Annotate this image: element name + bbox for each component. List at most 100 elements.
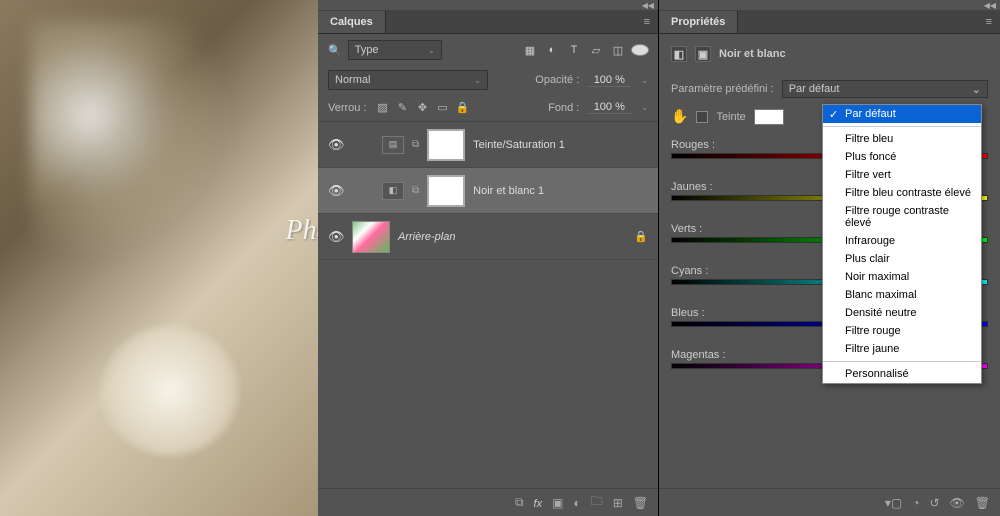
layer-row[interactable]: 👁 Arrière-plan 🔒 xyxy=(318,214,658,260)
visibility-icon[interactable]: 👁 xyxy=(328,183,344,199)
canvas-area[interactable]: Photoshoplus xyxy=(0,0,318,516)
lock-transparent-icon[interactable]: ▨ xyxy=(375,100,391,116)
blend-mode-dropdown[interactable]: Normal ⌄ xyxy=(328,70,488,90)
blend-row: Normal ⌄ Opacité : 100 % ⌄ xyxy=(318,66,658,94)
lock-row: Verrou : ▨ ✎ ✥ ▭ 🔒 Fond : 100 % ⌄ xyxy=(318,94,658,122)
mask-thumbnail[interactable] xyxy=(427,175,465,207)
filter-shape-icon[interactable]: ▱ xyxy=(588,44,604,57)
watermark-text: Photoshoplus xyxy=(286,215,318,247)
tint-color-swatch[interactable] xyxy=(754,109,784,125)
layer-style-icon[interactable]: fx xyxy=(534,496,543,510)
filter-type-label: Type xyxy=(355,44,379,56)
chevron-down-icon[interactable]: ⌄ xyxy=(641,103,648,112)
mask-link-icon[interactable]: ⧉ xyxy=(412,185,419,196)
layer-thumbnail[interactable] xyxy=(352,221,390,253)
fill-input[interactable]: 100 % xyxy=(587,101,631,114)
lock-icon[interactable]: 🔒 xyxy=(634,230,648,243)
dropdown-option[interactable]: Personnalisé xyxy=(823,365,981,383)
tint-checkbox[interactable] xyxy=(696,111,708,123)
layers-bottom-bar: ⧉ fx ▣ ◐ 🗀 ⊞ 🗑 xyxy=(318,488,658,516)
layer-row[interactable]: 👁 ▤ ⧉ Teinte/Saturation 1 xyxy=(318,122,658,168)
filter-image-icon[interactable]: ▦ xyxy=(522,44,538,57)
dropdown-option[interactable]: Par défaut xyxy=(823,105,981,123)
mask-icon[interactable]: ▣ xyxy=(695,46,711,62)
dropdown-option[interactable]: Filtre bleu contraste élevé xyxy=(823,184,981,202)
chevron-down-icon: ⌄ xyxy=(474,76,481,85)
preset-value: Par défaut xyxy=(789,83,840,95)
panel-collapse-row: ◀◀ xyxy=(318,0,658,10)
dropdown-option[interactable]: Filtre jaune xyxy=(823,340,981,358)
layer-name[interactable]: Arrière-plan xyxy=(398,231,455,243)
blend-mode-value: Normal xyxy=(335,74,370,86)
filter-toggle-icon[interactable] xyxy=(632,45,648,55)
link-layers-icon[interactable]: ⧉ xyxy=(515,495,524,510)
layer-name[interactable]: Teinte/Saturation 1 xyxy=(473,139,565,151)
panel-menu-icon[interactable]: ≡ xyxy=(978,16,1000,28)
group-icon[interactable]: 🗀 xyxy=(591,492,603,513)
dropdown-option[interactable]: Filtre bleu xyxy=(823,130,981,148)
lock-position-icon[interactable]: ✥ xyxy=(415,100,431,116)
mask-link-icon[interactable]: ⧉ xyxy=(412,139,419,150)
dropdown-option[interactable]: Filtre vert xyxy=(823,166,981,184)
preset-dropdown[interactable]: Par défaut ⌄ xyxy=(782,80,988,98)
tab-proprietes[interactable]: Propriétés xyxy=(659,11,738,33)
adjustment-title-row: ◧ ▣ Noir et blanc xyxy=(671,42,988,70)
dropdown-option[interactable]: Noir maximal xyxy=(823,268,981,286)
previous-state-icon[interactable]: ◔ xyxy=(912,496,919,510)
delete-layer-icon[interactable]: 🗑 xyxy=(633,496,648,510)
dropdown-option[interactable]: Plus clair xyxy=(823,250,981,268)
dropdown-option[interactable]: Filtre rouge xyxy=(823,322,981,340)
dropdown-option[interactable]: Densité neutre xyxy=(823,304,981,322)
opacity-input[interactable]: 100 % xyxy=(587,74,631,87)
delete-adjustment-icon[interactable]: 🗑 xyxy=(975,496,990,510)
adjustment-layer-icon[interactable]: ◐ xyxy=(573,496,580,510)
layers-tab-bar: Calques ≡ xyxy=(318,10,658,34)
mask-thumbnail[interactable] xyxy=(427,129,465,161)
layer-row[interactable]: 👁 ◧ ⧉ Noir et blanc 1 xyxy=(318,168,658,214)
dropdown-option[interactable]: Infrarouge xyxy=(823,232,981,250)
new-layer-icon[interactable]: ⊞ xyxy=(613,496,623,510)
layer-filter-row: 🔍 Type ⌄ ▦ ◐ T ▱ ◫ xyxy=(318,34,658,66)
dropdown-separator xyxy=(823,126,981,127)
props-bottom-bar: ▾▢ ◔ ↺ 👁 🗑 xyxy=(659,488,1000,516)
chevron-down-icon: ⌄ xyxy=(428,46,435,55)
collapse-icon[interactable]: ◀◀ xyxy=(642,1,654,10)
bw-adjustment-icon: ◧ xyxy=(671,46,687,62)
props-tab-bar: Propriétés ≡ xyxy=(659,10,1000,34)
toggle-visibility-icon[interactable]: 👁 xyxy=(950,496,965,510)
dropdown-option[interactable]: Blanc maximal xyxy=(823,286,981,304)
preset-row: Paramètre prédéfini : Par défaut ⌄ xyxy=(671,80,988,98)
filter-text-icon[interactable]: T xyxy=(566,44,582,56)
preset-label: Paramètre prédéfini : xyxy=(671,83,774,95)
bw-icon: ◧ xyxy=(382,182,404,200)
layer-name[interactable]: Noir et blanc 1 xyxy=(473,185,544,197)
chevron-down-icon[interactable]: ⌄ xyxy=(641,76,648,85)
reset-icon[interactable]: ↺ xyxy=(929,496,939,510)
filter-smart-icon[interactable]: ◫ xyxy=(610,44,626,57)
panel-menu-icon[interactable]: ≡ xyxy=(636,16,658,28)
lock-paint-icon[interactable]: ✎ xyxy=(395,100,411,116)
dropdown-option[interactable]: Filtre rouge contraste élevé xyxy=(823,202,981,232)
dropdown-option[interactable]: Plus foncé xyxy=(823,148,981,166)
visibility-icon[interactable]: 👁 xyxy=(328,229,344,245)
fill-label: Fond : xyxy=(548,102,579,114)
lock-all-icon[interactable]: 🔒 xyxy=(455,100,471,116)
lock-artboard-icon[interactable]: ▭ xyxy=(435,100,451,116)
lock-icons: ▨ ✎ ✥ ▭ 🔒 xyxy=(375,100,471,116)
hue-sat-icon: ▤ xyxy=(382,136,404,154)
preset-dropdown-menu: Par défaut Filtre bleu Plus foncé Filtre… xyxy=(822,104,982,384)
collapse-icon[interactable]: ◀◀ xyxy=(984,1,996,10)
filter-adjustment-icon[interactable]: ◐ xyxy=(544,44,560,56)
filter-icon-group: ▦ ◐ T ▱ ◫ xyxy=(522,44,648,57)
tint-label: Teinte xyxy=(716,111,745,123)
clip-to-layer-icon[interactable]: ▾▢ xyxy=(885,496,902,510)
tab-calques[interactable]: Calques xyxy=(318,11,386,33)
search-icon[interactable]: 🔍 xyxy=(328,44,342,57)
layer-list: 👁 ▤ ⧉ Teinte/Saturation 1 👁 ◧ ⧉ Noir et … xyxy=(318,122,658,488)
adjustment-title: Noir et blanc xyxy=(719,48,786,60)
chevron-down-icon: ⌄ xyxy=(972,83,981,96)
layer-mask-icon[interactable]: ▣ xyxy=(552,496,563,510)
scrubby-hand-icon[interactable]: ✋ xyxy=(671,108,688,125)
visibility-icon[interactable]: 👁 xyxy=(328,137,344,153)
filter-type-dropdown[interactable]: Type ⌄ xyxy=(348,40,442,60)
